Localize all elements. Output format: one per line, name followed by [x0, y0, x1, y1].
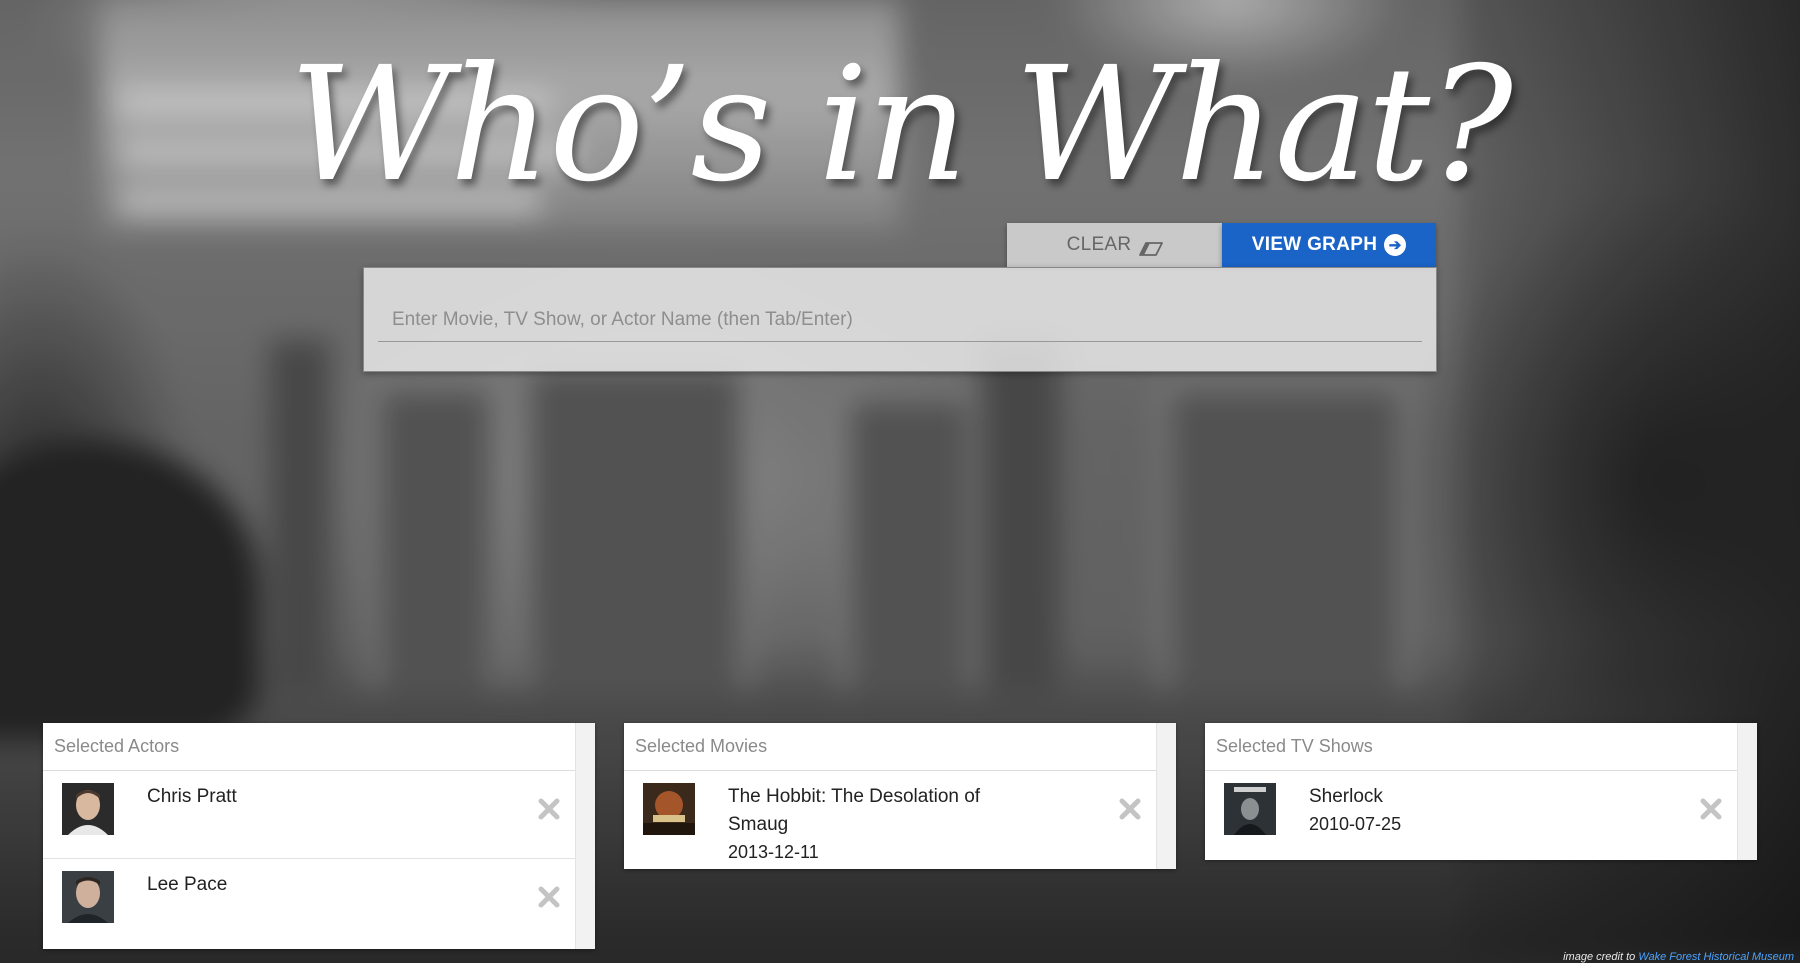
page-title: Who’s in What? — [289, 33, 1513, 217]
eraser-icon — [1138, 240, 1164, 256]
view-graph-button[interactable]: VIEW GRAPH ➔ — [1222, 223, 1436, 267]
selected-movies-header: Selected Movies — [624, 723, 1157, 771]
tv-show-date: 2010-07-25 — [1309, 814, 1402, 834]
list-item: Lee Pace — [43, 859, 576, 947]
clear-button-label: CLEAR — [1066, 234, 1132, 255]
arrow-circle-right-icon: ➔ — [1384, 234, 1407, 256]
image-credit-link[interactable]: Wake Forest Historical Museum — [1638, 951, 1794, 963]
list-item: The Hobbit: The Desolation of Smaug 2013… — [624, 771, 1157, 867]
search-input[interactable] — [378, 298, 1422, 342]
movie-date: 2013-12-11 — [728, 842, 819, 862]
actor-name: Lee Pace — [147, 874, 228, 895]
movie-poster — [643, 783, 695, 835]
remove-icon[interactable] — [1119, 798, 1141, 820]
actor-avatar — [62, 783, 114, 835]
remove-icon[interactable] — [538, 886, 560, 908]
search-panel — [363, 267, 1437, 372]
image-credit: image credit to Wake Forest Historical M… — [1563, 951, 1794, 963]
remove-icon[interactable] — [1700, 798, 1722, 820]
remove-icon[interactable] — [538, 798, 560, 820]
image-credit-prefix: image credit to — [1563, 951, 1636, 963]
list-item: Chris Pratt — [43, 771, 576, 859]
tv-show-poster — [1224, 783, 1276, 835]
actor-name: Chris Pratt — [147, 786, 237, 807]
selected-actors-card: Selected Actors Chris Pratt Lee Pace — [43, 723, 595, 949]
tv-show-title: Sherlock — [1309, 786, 1383, 807]
selected-actors-header: Selected Actors — [43, 723, 576, 771]
view-graph-button-label: VIEW GRAPH — [1251, 234, 1378, 255]
movie-title: The Hobbit: The Desolation of Smaug — [728, 786, 981, 835]
actor-avatar — [62, 871, 114, 923]
selected-tv-shows-card: Selected TV Shows Sherlock 2010-07-25 — [1205, 723, 1757, 860]
selected-movies-card: Selected Movies The Hobbit: The Desolati… — [624, 723, 1176, 869]
clear-button[interactable]: CLEAR — [1007, 223, 1222, 267]
list-item: Sherlock 2010-07-25 — [1205, 771, 1738, 859]
selected-tv-shows-header: Selected TV Shows — [1205, 723, 1738, 771]
